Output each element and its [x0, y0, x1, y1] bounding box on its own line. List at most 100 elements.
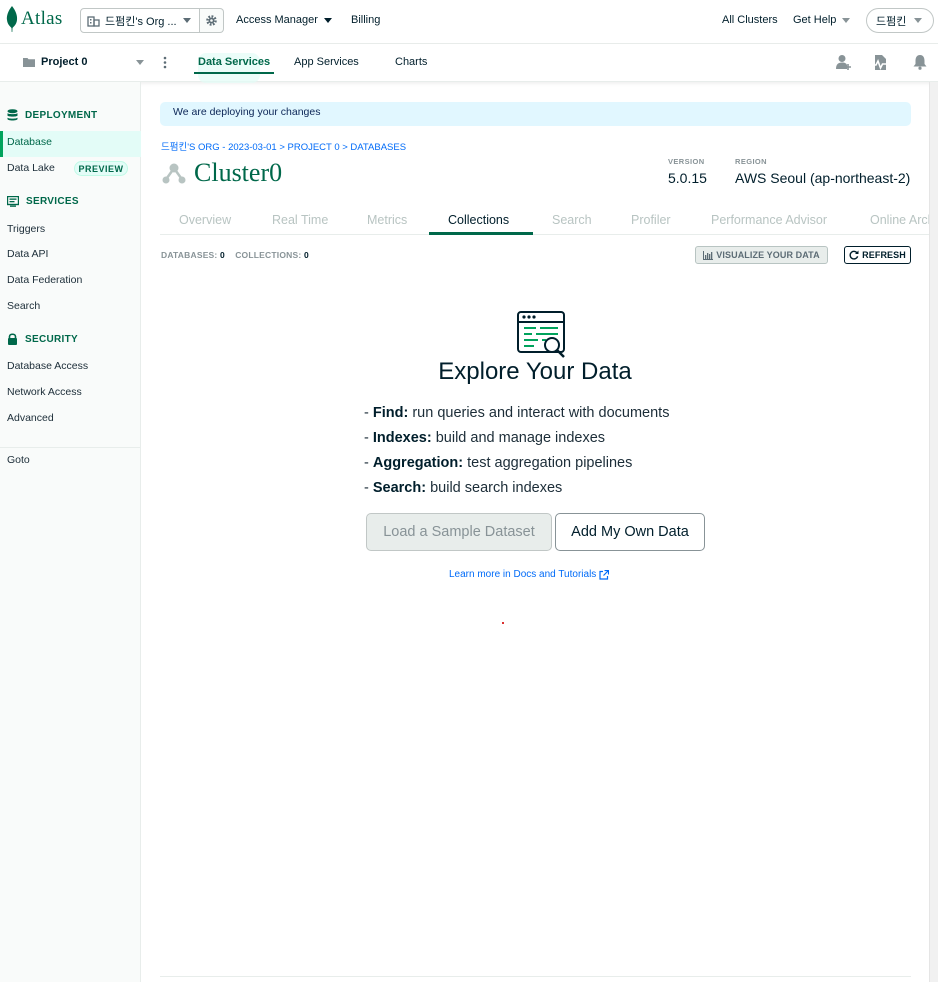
cluster-icon [162, 163, 186, 184]
caret-down-icon [842, 17, 851, 23]
security-header: SECURITY [25, 333, 78, 345]
region-label: REGION [735, 157, 767, 166]
version-label: VERSION [668, 157, 705, 166]
user-name: 드펌킨 [876, 15, 907, 28]
org-selector[interactable]: 드펌킨's Org ... [80, 8, 200, 33]
cluster-header: Cluster0 [162, 158, 282, 188]
bar-chart-icon [703, 250, 714, 260]
tab-online-archive[interactable]: Online Archive [870, 213, 929, 227]
mongodb-leaf-icon [6, 6, 18, 32]
org-name: 드펌킨's Org ... [105, 15, 177, 28]
add-my-own-data-button[interactable]: Add My Own Data [555, 513, 705, 551]
folder-icon [23, 58, 35, 67]
caret-down-icon [183, 18, 191, 23]
tab-metrics[interactable]: Metrics [367, 213, 407, 227]
page-scrollbar[interactable] [929, 82, 938, 982]
visualize-data-label: VISUALIZE YOUR DATA [716, 250, 820, 260]
caret-down-icon [914, 18, 923, 23]
sidebar-item-database-access[interactable]: Database Access [7, 360, 88, 372]
building-icon [87, 15, 100, 27]
feature-term: Find: [372, 405, 409, 421]
feature-term: Indexes: [372, 430, 432, 446]
region-value: AWS Seoul (ap-northeast-2) [735, 170, 911, 186]
user-menu[interactable]: 드펌킨 [866, 8, 934, 33]
activity-feed-icon[interactable] [872, 54, 888, 71]
learn-more-label: Learn more in Docs and Tutorials [449, 569, 597, 580]
content-bottom-divider [160, 976, 911, 977]
feature-aggregation: - Aggregation: test aggregation pipeline… [364, 455, 633, 471]
sidebar-divider [0, 447, 141, 448]
feature-desc: build search indexes [430, 480, 563, 496]
collections-label: COLLECTIONS: [235, 250, 302, 260]
project-navbar: Project 0 Data Services App Services Cha… [0, 44, 938, 83]
tab-overview[interactable]: Overview [179, 213, 231, 227]
explore-data-title: Explore Your Data [438, 358, 632, 385]
project-selector[interactable]: Project 0 [23, 56, 87, 68]
access-manager-label: Access Manager [236, 14, 318, 26]
monitor-icon [7, 196, 19, 207]
gear-icon [206, 15, 217, 26]
collections-count: 0 [303, 250, 309, 260]
feature-desc: build and manage indexes [435, 430, 606, 446]
refresh-label: REFRESH [862, 250, 906, 260]
feature-indexes: - Indexes: build and manage indexes [364, 430, 606, 446]
org-settings-button[interactable] [200, 8, 224, 33]
project-name: Project 0 [41, 56, 88, 68]
database-icon [7, 109, 18, 121]
learn-more-link[interactable]: Learn more in Docs and Tutorials [449, 569, 610, 580]
sidebar-item-data-lake[interactable]: Data Lake [7, 162, 55, 174]
loading-dot [502, 622, 504, 624]
tab-data-services[interactable]: Data Services [198, 56, 270, 68]
tab-real-time[interactable]: Real Time [272, 213, 328, 227]
feature-term: Aggregation: [372, 455, 464, 471]
sidebar-section-services: SERVICES [7, 196, 79, 207]
atlas-logo-text: Atlas [21, 8, 63, 29]
databases-count: 0 [220, 250, 225, 260]
feature-desc: run queries and interact with documents [412, 405, 670, 421]
explore-data-illustration-icon [517, 311, 565, 358]
sidebar-item-goto[interactable]: Goto [7, 454, 30, 466]
kebab-menu-icon[interactable] [163, 56, 167, 69]
billing-link[interactable]: Billing [351, 14, 380, 26]
preview-badge: PREVIEW [74, 161, 128, 176]
sidebar: DEPLOYMENT Database Data Lake PREVIEW SE… [0, 82, 141, 982]
sidebar-item-data-federation[interactable]: Data Federation [7, 274, 82, 286]
sidebar-item-advanced[interactable]: Advanced [7, 412, 54, 424]
visualize-data-button[interactable]: VISUALIZE YOUR DATA [695, 246, 828, 264]
atlas-logo[interactable]: Atlas [6, 6, 63, 32]
tab-overflow-clip: Online Archive [870, 207, 929, 233]
tab-collections[interactable]: Collections [448, 213, 509, 227]
all-clusters-label: All Clusters [722, 14, 778, 26]
refresh-icon [849, 250, 859, 260]
tab-app-services[interactable]: App Services [294, 56, 359, 68]
tab-charts[interactable]: Charts [395, 56, 427, 68]
tab-search[interactable]: Search [552, 213, 592, 227]
bell-icon[interactable] [913, 54, 927, 70]
invite-user-icon[interactable] [836, 54, 851, 70]
refresh-button[interactable]: REFRESH [844, 246, 911, 264]
active-tab-indicator [429, 232, 533, 235]
top-navbar: Atlas 드펌킨's Org ... Access Manager Billi… [0, 0, 938, 44]
access-manager-menu[interactable]: Access Manager [236, 14, 332, 26]
tab-performance-advisor[interactable]: Performance Advisor [711, 213, 827, 227]
all-clusters-link[interactable]: All Clusters [722, 14, 778, 26]
feature-find: - Find: run queries and interact with do… [364, 405, 670, 421]
sidebar-item-triggers[interactable]: Triggers [7, 223, 45, 235]
breadcrumb[interactable]: 드펌킨'S ORG - 2023-03-01 > PROJECT 0 > DAT… [161, 139, 406, 153]
tab-profiler[interactable]: Profiler [631, 213, 671, 227]
load-sample-dataset-button[interactable]: Load a Sample Dataset [366, 513, 552, 551]
sidebar-section-deployment: DEPLOYMENT [7, 109, 97, 121]
feature-search: - Search: build search indexes [364, 480, 563, 496]
get-help-menu[interactable]: Get Help [793, 14, 851, 26]
sidebar-item-search[interactable]: Search [7, 300, 40, 312]
collection-counts: DATABASES: 0 COLLECTIONS: 0 [161, 250, 309, 260]
external-link-icon [599, 569, 610, 580]
caret-down-icon[interactable] [136, 60, 144, 65]
cluster-name: Cluster0 [194, 158, 283, 187]
sidebar-item-data-api[interactable]: Data API [7, 248, 48, 260]
deploying-banner: We are deploying your changes [160, 102, 911, 126]
feature-term: Search: [372, 480, 427, 496]
sidebar-item-database[interactable]: Database [7, 136, 52, 148]
feature-desc: test aggregation pipelines [467, 455, 633, 471]
sidebar-item-network-access[interactable]: Network Access [7, 386, 82, 398]
